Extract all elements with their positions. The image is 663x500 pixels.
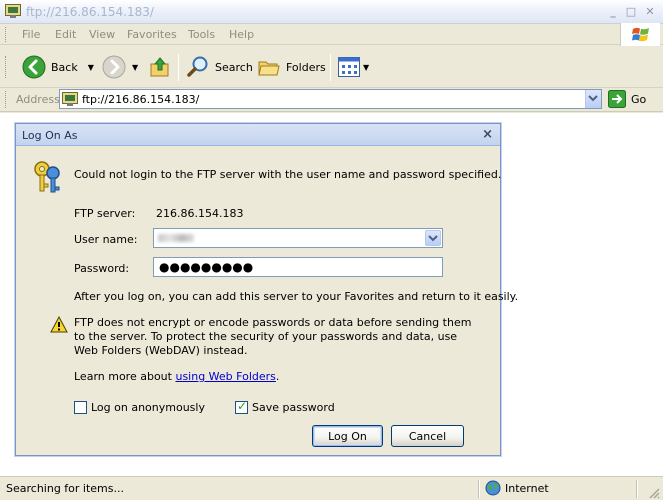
ftp-server-value: 216.86.154.183: [156, 207, 244, 220]
keys-icon: [34, 161, 60, 193]
search-icon: [187, 56, 208, 77]
save-password-checkbox[interactable]: ✓: [235, 399, 248, 414]
folders-icon: [258, 61, 280, 76]
dialog-title-bar[interactable]: Log On As ×: [16, 124, 500, 146]
up-folder-icon: [150, 57, 169, 77]
go-arrow-icon: [608, 90, 626, 108]
address-input[interactable]: ftp://216.86.154.183/: [59, 89, 602, 109]
after-logon-text: After you log on, you can add this serve…: [74, 290, 519, 303]
toolbar-grip: [5, 56, 8, 78]
resize-grip-icon[interactable]: [648, 487, 660, 499]
dialog-title: Log On As: [22, 129, 78, 142]
cancel-button[interactable]: Cancel: [391, 425, 464, 447]
back-button[interactable]: Back ▼: [22, 54, 94, 80]
username-combobox[interactable]: [153, 228, 443, 248]
status-text: Searching for items...: [6, 482, 124, 495]
learn-more-period: .: [275, 370, 280, 383]
chevron-down-icon: [428, 235, 438, 242]
back-arrow-icon: [22, 55, 46, 79]
address-bar: Address ftp://216.86.154.183/ Go: [0, 88, 663, 112]
go-button[interactable]: Go: [608, 90, 646, 108]
logon-dialog: Log On As × Could not login to the FTP s…: [15, 123, 518, 456]
ftp-folder-icon: [5, 4, 21, 18]
password-field[interactable]: ●●●●●●●●●: [153, 257, 443, 277]
username-dropdown-button[interactable]: [425, 230, 441, 246]
status-separator: [478, 480, 480, 498]
globe-icon: [485, 480, 501, 496]
web-folders-link[interactable]: using Web Folders: [175, 370, 275, 383]
windows-logo: [620, 23, 660, 46]
username-label: User name:: [74, 233, 138, 246]
forward-dropdown-icon[interactable]: ▼: [132, 63, 138, 72]
toolbar-separator: [178, 54, 179, 81]
warning-icon: [50, 316, 68, 333]
menu-bar: File Edit View Favorites Tools Help: [0, 24, 663, 45]
zone-label: Internet: [505, 481, 549, 495]
anonymous-label[interactable]: Log on anonymously: [91, 401, 205, 414]
address-grip: [5, 91, 8, 108]
ftp-folder-icon: [62, 92, 78, 106]
status-bar: Searching for items... Internet: [0, 476, 663, 500]
views-button[interactable]: ▼: [338, 54, 369, 80]
go-label: Go: [631, 92, 647, 106]
menu-favorites[interactable]: Favorites: [127, 28, 177, 41]
close-window-button[interactable]: ✕: [643, 5, 657, 18]
window-title: ftp://216.86.154.183/: [26, 5, 154, 19]
search-button[interactable]: Search: [186, 54, 253, 80]
logon-button[interactable]: Log On: [312, 425, 383, 447]
search-label: Search: [215, 60, 253, 74]
menu-edit[interactable]: Edit: [55, 28, 76, 41]
menu-view[interactable]: View: [89, 28, 115, 41]
minimize-button[interactable]: _: [606, 5, 620, 18]
password-value: ●●●●●●●●●: [159, 260, 254, 274]
toolbar-separator-2: [330, 54, 331, 81]
menu-tools[interactable]: Tools: [188, 28, 215, 41]
status-separator-2: [636, 480, 638, 498]
address-label: Address: [16, 93, 60, 106]
learn-more-line: Learn more about using Web Folders.: [74, 370, 279, 383]
password-label: Password:: [74, 262, 130, 275]
chevron-down-icon: [588, 95, 598, 102]
back-dropdown-icon[interactable]: ▼: [88, 63, 94, 72]
learn-more-text: Learn more about: [74, 370, 176, 383]
dialog-close-button[interactable]: ×: [482, 127, 493, 142]
checkmark-icon: ✓: [237, 399, 248, 413]
address-value: ftp://216.86.154.183/: [82, 93, 200, 106]
windows-flag-icon: [632, 27, 649, 42]
error-message: Could not login to the FTP server with t…: [74, 168, 502, 181]
security-warning-text: FTP does not encrypt or encode passwords…: [74, 316, 472, 357]
ftp-server-label: FTP server:: [74, 207, 136, 220]
window-title-bar[interactable]: ftp://216.86.154.183/ _ □ ✕: [0, 0, 663, 24]
menu-file[interactable]: File: [22, 28, 40, 41]
back-label: Back: [51, 60, 78, 74]
forward-button[interactable]: ▼: [102, 54, 138, 80]
up-folder-button[interactable]: [148, 54, 172, 80]
folders-label: Folders: [286, 60, 326, 74]
forward-arrow-icon: [102, 55, 126, 79]
folders-button[interactable]: Folders: [257, 54, 326, 80]
standard-toolbar: Back ▼ ▼ Search Folders ▼: [0, 46, 663, 88]
save-password-label[interactable]: Save password: [252, 401, 335, 414]
menu-grip: [5, 27, 8, 42]
address-dropdown-button[interactable]: [585, 90, 601, 108]
anonymous-checkbox[interactable]: [74, 401, 87, 414]
menu-help[interactable]: Help: [229, 28, 254, 41]
views-icon: [338, 57, 360, 77]
username-value-redacted: [158, 234, 194, 242]
views-dropdown-icon[interactable]: ▼: [363, 63, 369, 72]
security-zone[interactable]: Internet: [485, 480, 549, 496]
maximize-button[interactable]: □: [624, 5, 638, 18]
